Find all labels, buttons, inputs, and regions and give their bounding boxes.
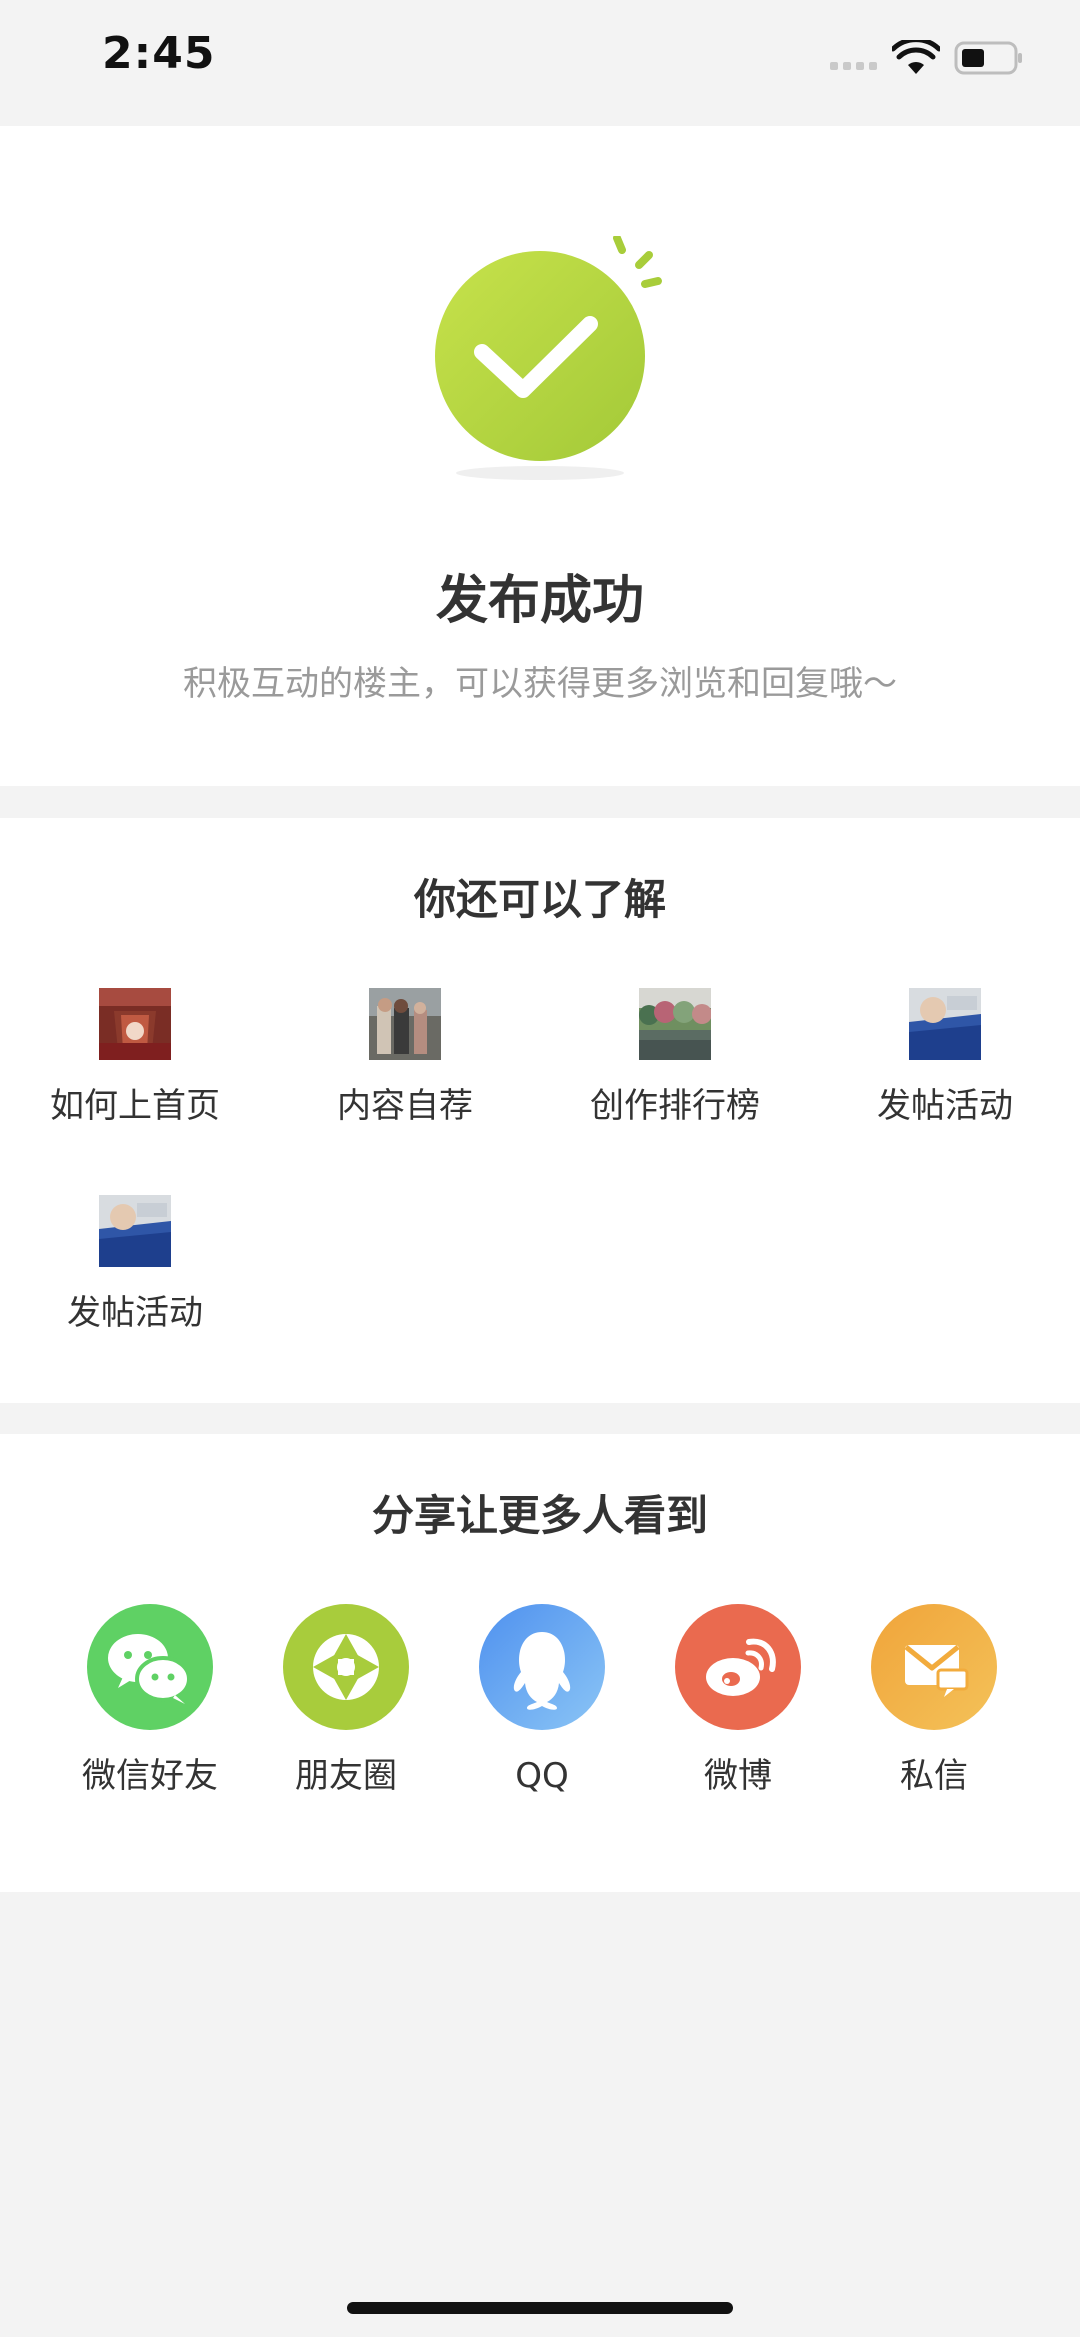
message-icon <box>904 1645 969 1697</box>
learn-more-title: 你还可以了解 <box>413 875 666 924</box>
share-label: 朋友圈 <box>295 1756 397 1796</box>
learn-item-ranking[interactable]: 创作排行榜 <box>540 988 810 1148</box>
signal-dots-icon <box>830 62 877 70</box>
learn-item-label: 如何上首页 <box>50 1086 220 1126</box>
weibo-circle <box>675 1604 801 1730</box>
thumbnail-image-icon <box>369 988 441 1060</box>
learn-item-homepage[interactable]: 如何上首页 <box>0 988 270 1148</box>
thumbnail-image-icon <box>909 988 981 1060</box>
learn-item-post-activity-2[interactable]: 发帖活动 <box>0 1195 270 1355</box>
share-panel: 分享让更多人看到 微信好友 朋友圈 QQ 微博 私信 <box>0 1434 1080 1892</box>
thumbnail-image-icon <box>99 1195 171 1267</box>
learn-item-label: 发帖活动 <box>877 1086 1013 1126</box>
wechat-circle <box>87 1604 213 1730</box>
home-indicator <box>347 2302 733 2314</box>
thumbnail-image-icon <box>99 988 171 1060</box>
learn-item-label: 内容自荐 <box>337 1086 473 1126</box>
status-time: 2:45 <box>102 28 216 79</box>
share-moments-button[interactable]: 朋友圈 <box>248 1604 444 1814</box>
moments-circle <box>283 1604 409 1730</box>
battery-icon <box>954 41 1022 75</box>
learn-item-label: 发帖活动 <box>67 1293 203 1333</box>
success-title: 发布成功 <box>435 571 644 631</box>
share-label: 微博 <box>704 1756 772 1796</box>
message-circle <box>871 1604 997 1730</box>
weibo-icon <box>706 1638 776 1696</box>
success-panel: 发布成功 积极互动的楼主，可以获得更多浏览和回复哦～ <box>0 126 1080 786</box>
qq-circle <box>479 1604 605 1730</box>
wifi-icon <box>892 40 940 74</box>
moments-icon <box>313 1634 379 1700</box>
status-bar: 2:45 <box>0 0 1080 126</box>
share-qq-button[interactable]: QQ <box>444 1604 640 1814</box>
learn-item-content-recommend[interactable]: 内容自荐 <box>270 988 540 1148</box>
check-circle-icon <box>435 236 662 480</box>
share-title: 分享让更多人看到 <box>371 1491 708 1540</box>
learn-item-label: 创作排行榜 <box>590 1086 760 1126</box>
share-private-message-button[interactable]: 私信 <box>836 1604 1032 1814</box>
share-label: QQ <box>515 1756 569 1796</box>
wechat-icon <box>108 1634 191 1704</box>
learn-item-post-activity[interactable]: 发帖活动 <box>810 988 1080 1148</box>
share-weibo-button[interactable]: 微博 <box>640 1604 836 1814</box>
thumbnail-image-icon <box>639 988 711 1060</box>
learn-more-panel: 你还可以了解 如何上首页 内容自荐 创作排行榜 发帖活动 发帖活动 <box>0 818 1080 1403</box>
share-wechat-button[interactable]: 微信好友 <box>52 1604 248 1814</box>
share-label: 私信 <box>900 1756 968 1796</box>
share-label: 微信好友 <box>82 1756 218 1796</box>
qq-icon <box>513 1632 571 1710</box>
success-subtitle: 积极互动的楼主，可以获得更多浏览和回复哦～ <box>183 664 897 704</box>
